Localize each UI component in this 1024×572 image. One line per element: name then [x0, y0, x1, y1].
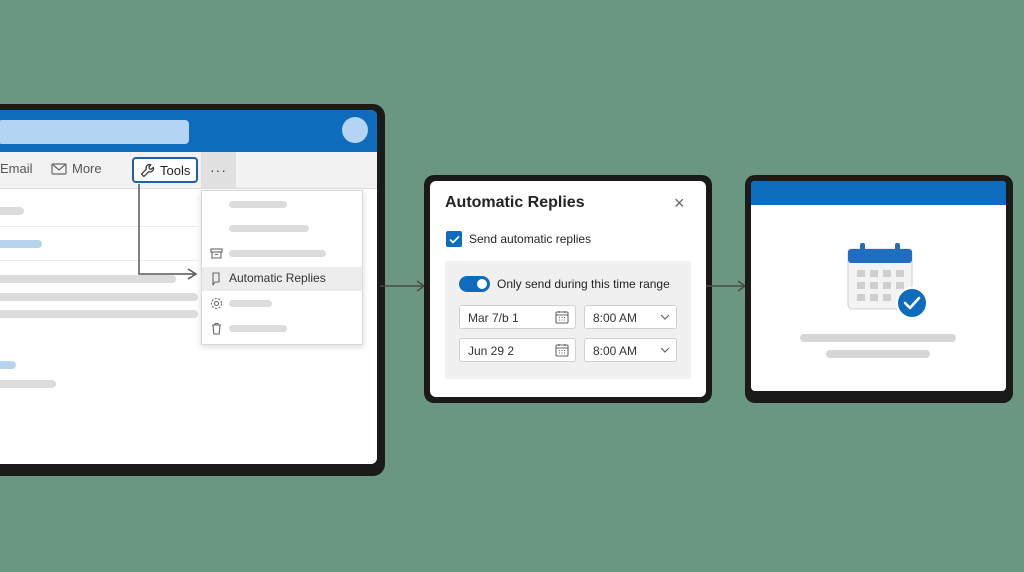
chevron-down-icon: [660, 347, 670, 353]
trash-icon: [212, 322, 221, 335]
menu-item-automatic-replies[interactable]: Automatic Replies: [202, 267, 362, 291]
menu-item-placeholder: [229, 201, 287, 208]
more-button-label: More: [72, 161, 102, 176]
email-button[interactable]: Email: [0, 161, 33, 176]
list-item[interactable]: [0, 240, 42, 248]
gear-icon: [210, 297, 223, 310]
auto-replies-device: Automatic Replies × Send automatic repli…: [424, 175, 712, 403]
chevron-down-icon: [660, 314, 670, 320]
send-auto-replies-option[interactable]: Send automatic replies: [446, 231, 591, 247]
confirmation-device: [745, 175, 1013, 403]
confirmation-text-line: [826, 350, 930, 358]
tools-dropdown-menu: Automatic Replies: [201, 190, 363, 345]
tools-button-label: Tools: [160, 162, 191, 178]
menu-item[interactable]: [202, 193, 362, 217]
app-header: [751, 181, 1006, 205]
calendar-icon: [555, 311, 569, 324]
toggle-knob: [477, 279, 487, 289]
start-date-field[interactable]: Mar 7/b 1: [459, 305, 576, 329]
end-time-value: 8:00 AM: [593, 344, 638, 358]
menu-item-placeholder: [229, 250, 326, 257]
flow-arrow-1: [380, 280, 426, 292]
confirmation-screen: [751, 181, 1006, 391]
calendar-icon: [847, 243, 928, 319]
auto-reply-icon: [212, 272, 220, 286]
start-date-value: Mar 7/b 1: [468, 311, 519, 325]
calendar-icon: [555, 344, 569, 357]
tools-button[interactable]: Tools: [132, 157, 199, 183]
list-item[interactable]: [0, 361, 16, 369]
app-header: [0, 110, 377, 152]
archive-icon: [210, 248, 223, 259]
overflow-menu-button[interactable]: ···: [201, 152, 236, 188]
list-item[interactable]: [0, 293, 198, 301]
confirmation-text-line: [800, 334, 956, 342]
auto-replies-dialog: Automatic Replies × Send automatic repli…: [430, 181, 706, 397]
email-button-label: Email: [0, 161, 33, 176]
more-button[interactable]: More: [51, 161, 102, 176]
wrench-icon: [140, 163, 155, 177]
menu-item[interactable]: [202, 217, 362, 241]
overflow-menu-label: ···: [210, 162, 227, 178]
time-range-section: Only send during this time range Mar 7/b…: [445, 261, 691, 379]
menu-item-delete[interactable]: [202, 317, 362, 341]
end-date-field[interactable]: Jun 29 2: [459, 338, 576, 362]
start-time-select[interactable]: 8:00 AM: [584, 305, 677, 329]
menu-item-placeholder: [229, 325, 287, 332]
dialog-title: Automatic Replies: [445, 194, 585, 211]
send-auto-replies-checkbox[interactable]: [446, 231, 462, 247]
checkmark-icon: [448, 235, 460, 244]
list-item[interactable]: [0, 207, 24, 215]
tools-to-menu-connector: [138, 184, 198, 280]
avatar[interactable]: [342, 117, 368, 143]
flow-arrow-2: [706, 280, 747, 292]
mail-client-screen: Email More Tools ··· Automatic Replies: [0, 110, 377, 464]
time-range-label: Only send during this time range: [497, 277, 670, 291]
menu-item[interactable]: [202, 292, 362, 316]
start-time-value: 8:00 AM: [593, 311, 638, 325]
search-box[interactable]: [0, 120, 189, 144]
end-time-select[interactable]: 8:00 AM: [584, 338, 677, 362]
menu-item-placeholder: [229, 225, 309, 232]
close-icon[interactable]: ×: [674, 193, 685, 214]
mail-icon: [51, 162, 67, 175]
end-date-value: Jun 29 2: [468, 344, 515, 358]
menu-item-automatic-replies-label: Automatic Replies: [229, 271, 326, 285]
time-range-toggle[interactable]: [459, 276, 490, 292]
menu-item-archive[interactable]: [202, 242, 362, 266]
list-item[interactable]: [0, 380, 56, 388]
list-item[interactable]: [0, 310, 198, 318]
menu-item-placeholder: [229, 300, 272, 307]
mail-client-device: Email More Tools ··· Automatic Replies: [0, 104, 385, 476]
send-auto-replies-label: Send automatic replies: [469, 232, 592, 246]
